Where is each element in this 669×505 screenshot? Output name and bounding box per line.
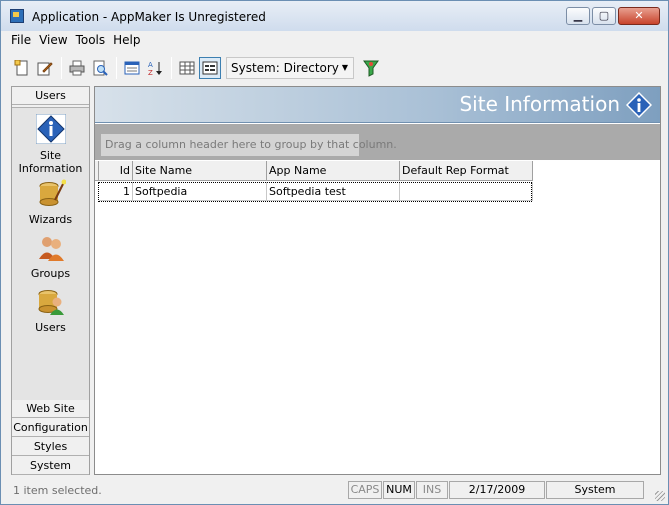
page-header: Site Information [95,87,660,123]
table-row-focus [98,182,532,202]
group-by-hint: Drag a column header here to group by th… [101,134,397,156]
column-header-site-name[interactable]: Site Name [133,161,267,181]
sort-button[interactable]: AZ [144,57,166,79]
info-icon [625,91,653,121]
navigator-body: Site Information Wizards Groups Users [12,107,89,403]
print-preview-button[interactable] [89,57,111,79]
caps-indicator: CAPS [348,481,382,499]
new-icon [14,60,28,76]
grid-view-icon [179,61,195,75]
toolbar-separator [171,57,172,79]
sort-icon: AZ [148,61,162,76]
maximize-button[interactable]: ▢ [592,7,616,25]
app-icon [10,9,24,23]
edit-button[interactable] [34,57,56,79]
status-message: 1 item selected. [13,484,102,497]
menu-tools[interactable]: Tools [76,33,106,51]
nav-item-groups[interactable]: Groups [12,232,89,280]
card-view-icon [202,61,218,75]
resize-grip-icon[interactable] [655,491,665,501]
site-information-icon [35,113,66,145]
filter-button[interactable] [360,57,382,79]
system-combo-value: System: Directory [231,61,339,75]
nav-item-users[interactable]: Users [12,286,89,334]
edit-icon [37,62,53,76]
users-icon [36,286,66,316]
user-indicator: System [546,481,644,499]
svg-text:A: A [148,61,153,69]
menu-view[interactable]: View [39,33,67,51]
toolbar-separator [61,57,62,79]
menu-help[interactable]: Help [113,33,140,51]
title-bar: Application - AppMaker Is Unregistered ▁… [1,1,668,31]
menu-bar: File View Tools Help [11,33,149,51]
application-window: Application - AppMaker Is Unregistered ▁… [0,0,669,505]
minimize-button[interactable]: ▁ [566,7,590,25]
nav-item-label: Groups [30,267,71,280]
column-header-default-rep-format[interactable]: Default Rep Format [400,161,533,181]
system-combo[interactable]: System: Directory ▼ [226,57,354,79]
column-header-app-name[interactable]: App Name [267,161,400,181]
close-button[interactable]: ✕ [618,7,660,25]
print-icon [69,60,85,76]
filter-icon [363,60,379,77]
column-header-id[interactable]: Id [99,161,133,181]
group-by-panel[interactable]: Drag a column header here to group by th… [95,124,660,160]
nav-tab-users[interactable]: Users [12,87,89,105]
window-controls: ▁ ▢ ✕ [564,7,660,25]
nav-tab-system-reports[interactable]: System Reports [12,457,89,489]
data-grid: Id Site Name App Name Default Rep Format… [95,161,660,474]
print-preview-icon [93,60,108,76]
svg-text:Z: Z [148,69,153,76]
toolbar: AZ System: Directory ▼ [11,54,661,82]
page-title: Site Information [459,92,620,116]
nav-item-label: Wizards [28,213,73,226]
groups-icon [36,232,66,262]
nav-tab-configuration[interactable]: Configuration [12,419,89,437]
wizards-icon [36,178,66,208]
status-bar: 1 item selected. CAPS NUM INS 2/17/2009 … [1,478,668,504]
chevron-down-icon[interactable]: ▼ [337,58,353,78]
main-panel: Site Information Drag a column header he… [94,86,661,475]
date-indicator: 2/17/2009 [449,481,545,499]
print-button[interactable] [66,57,88,79]
ins-indicator: INS [416,481,448,499]
nav-item-label: Site Information [18,149,83,175]
toolbar-separator [116,57,117,79]
nav-tab-web-site[interactable]: Web Site [12,400,89,418]
grid-view-button[interactable] [176,57,198,79]
window-title: Application - AppMaker Is Unregistered [32,10,266,24]
form-view-icon [124,61,140,75]
new-button[interactable] [11,57,33,79]
card-view-button[interactable] [199,57,221,79]
navigator-panel: Users Site Information Wizards Groups Us… [11,86,90,489]
num-indicator: NUM [383,481,415,499]
nav-item-site-information[interactable]: Site Information [12,113,89,175]
nav-item-wizards[interactable]: Wizards [12,178,89,226]
nav-tab-styles[interactable]: Styles [12,438,89,456]
menu-file[interactable]: File [11,33,31,51]
form-view-button[interactable] [121,57,143,79]
nav-item-label: Users [35,321,66,334]
